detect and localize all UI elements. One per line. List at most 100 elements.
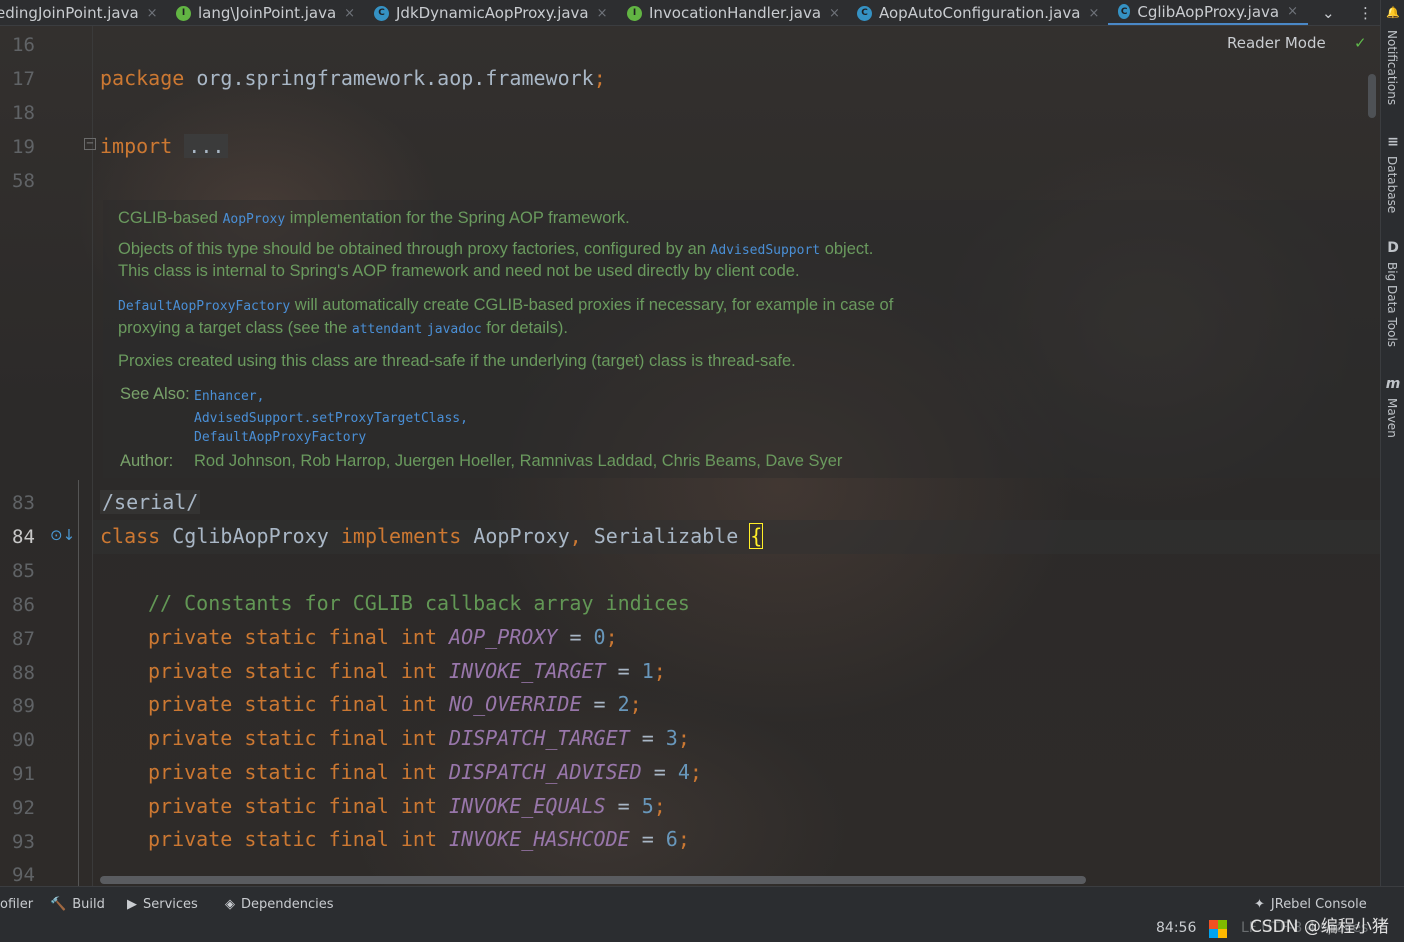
modifiers: private static final int: [148, 625, 437, 649]
line-number: 19: [12, 136, 35, 158]
caret-position[interactable]: 84:56: [1156, 920, 1196, 936]
code-line-constant[interactable]: private static final int AOP_PROXY = 0;: [148, 625, 618, 649]
package-name: org.springframework.aop.framework: [196, 66, 594, 90]
jrebel-console-tool[interactable]: ✦ JRebel Console: [1254, 897, 1367, 912]
check-icon[interactable]: ✓: [1354, 34, 1367, 52]
code-line-serial[interactable]: /serial/: [100, 490, 201, 514]
doc-link[interactable]: DefaultAopProxyFactory: [118, 299, 290, 314]
code-line-constant[interactable]: private static final int DISPATCH_TARGET…: [148, 726, 690, 750]
line-number: 93: [12, 831, 35, 853]
modifiers: private static final int: [148, 726, 437, 750]
line-number-gutter[interactable]: 16 17 18 19 58 83 84 85 86 87 88 89 90 9…: [0, 26, 96, 886]
close-icon[interactable]: ×: [1287, 4, 1298, 19]
keyword: implements: [340, 524, 462, 548]
code-line-constant[interactable]: private static final int NO_OVERRIDE = 2…: [148, 692, 642, 716]
code-line-constant[interactable]: private static final int INVOKE_TARGET =…: [148, 659, 666, 683]
database-tool[interactable]: Database: [1385, 156, 1399, 213]
build-tool[interactable]: 🔨 Build: [50, 897, 105, 912]
doc-link[interactable]: attendant: [352, 322, 422, 337]
equals: =: [617, 659, 630, 683]
doc-see-also-item[interactable]: DefaultAopProxyFactory: [194, 427, 366, 446]
constant-name: NO_OVERRIDE: [449, 692, 582, 716]
horizontal-scrollbar[interactable]: [100, 876, 1086, 884]
keyword: import: [100, 134, 173, 158]
tab-list-dropdown[interactable]: ⌄: [1322, 0, 1335, 25]
constant-name: AOP_PROXY: [449, 625, 558, 649]
close-icon[interactable]: ×: [829, 6, 840, 21]
constant-value: 3: [665, 726, 678, 750]
tool-label: Build: [72, 897, 105, 912]
dependencies-tool[interactable]: ◈ Dependencies: [225, 897, 334, 912]
close-icon[interactable]: ×: [147, 6, 158, 21]
folded-imports[interactable]: ...: [184, 134, 229, 158]
see-also-label: See Also:: [120, 385, 190, 403]
tab-label: CglibAopProxy.java: [1137, 2, 1280, 21]
code-line-import[interactable]: import ...: [100, 134, 229, 158]
doc-link[interactable]: javadoc: [427, 322, 482, 337]
maven-tool[interactable]: Maven: [1385, 398, 1399, 438]
more-icon[interactable]: ⋮: [1358, 4, 1373, 22]
code-line-package[interactable]: package org.springframework.aop.framewor…: [100, 66, 606, 90]
doc-text: Objects of this type should be obtained …: [118, 240, 711, 258]
code-line-constant[interactable]: private static final int INVOKE_EQUALS =…: [148, 794, 666, 818]
doc-see-also-item[interactable]: AdvisedSupport.setProxyTargetClass,: [194, 408, 468, 427]
doc-author-label: Author:: [120, 452, 173, 471]
doc-see-also-item[interactable]: Enhancer,: [194, 386, 264, 405]
tool-label: ofiler: [0, 897, 34, 912]
semicolon: ;: [689, 760, 702, 784]
constant-value: 0: [593, 625, 606, 649]
modifiers: private static final int: [148, 827, 437, 851]
tab-editing-joinpoint[interactable]: edingJoinPoint.java ×: [0, 0, 158, 25]
code-line-constant[interactable]: private static final int INVOKE_HASHCODE…: [148, 827, 690, 851]
code-comment[interactable]: // Constants for CGLIB callback array in…: [148, 591, 690, 615]
close-icon[interactable]: ×: [1088, 6, 1099, 21]
tab-lang-joinpoint[interactable]: I lang\JoinPoint.java ×: [176, 0, 355, 25]
line-number: 92: [12, 797, 35, 819]
doc-link[interactable]: DefaultAopProxyFactory: [194, 430, 366, 445]
tab-cglib-aop-proxy[interactable]: C CglibAopProxy.java ×: [1108, 0, 1308, 25]
doc-link[interactable]: AdvisedSupport: [711, 243, 821, 258]
tab-jdk-dynamic-aop-proxy[interactable]: C JdkDynamicAopProxy.java ×: [374, 0, 608, 25]
services-tool[interactable]: ▶ Services: [127, 897, 198, 912]
close-icon[interactable]: ×: [597, 6, 608, 21]
big-data-icon[interactable]: D: [1385, 240, 1401, 256]
interface-name: Serializable: [593, 524, 739, 548]
author-label: Author:: [120, 452, 174, 470]
code-line-class-decl[interactable]: class CglibAopProxy implements AopProxy,…: [100, 523, 764, 549]
fold-icon[interactable]: −: [84, 138, 96, 150]
bell-icon[interactable]: 🔔: [1385, 6, 1401, 19]
notifications-tool[interactable]: Notifications: [1385, 30, 1399, 105]
interface-icon: I: [627, 5, 642, 21]
chevron-down-icon[interactable]: ⌄: [1322, 4, 1335, 22]
doc-link[interactable]: Enhancer,: [194, 389, 264, 404]
line-number: 87: [12, 628, 35, 650]
modifiers: private static final int: [148, 692, 437, 716]
maven-icon[interactable]: m: [1385, 376, 1401, 392]
equals: =: [593, 692, 606, 716]
tab-label: JdkDynamicAopProxy.java: [396, 4, 589, 22]
big-data-tools[interactable]: Big Data Tools: [1385, 262, 1399, 347]
implementation-gutter-icon[interactable]: ⊙↓: [50, 526, 75, 544]
close-icon[interactable]: ×: [344, 6, 355, 21]
right-tool-strip: 🔔 Notifications ≡ Database D Big Data To…: [1380, 0, 1404, 886]
csdn-watermark: CSDN @编程小猪: [1250, 917, 1389, 937]
doc-link[interactable]: AopProxy: [223, 212, 286, 227]
doc-link[interactable]: AdvisedSupport.setProxyTargetClass,: [194, 411, 468, 426]
database-icon[interactable]: ≡: [1385, 134, 1401, 150]
layers-icon: ◈: [225, 897, 235, 912]
play-icon: ▶: [127, 897, 137, 912]
tab-more-menu[interactable]: ⋮: [1358, 0, 1373, 25]
equals: =: [617, 794, 630, 818]
profiler-tool[interactable]: ofiler: [0, 897, 33, 912]
constant-value: 4: [677, 760, 690, 784]
tool-label: Dependencies: [241, 897, 334, 912]
tab-aop-auto-configuration[interactable]: C AopAutoConfiguration.java ×: [857, 0, 1099, 25]
equals: =: [653, 760, 666, 784]
semicolon: ;: [629, 692, 642, 716]
doc-paragraph-1: CGLIB-based AopProxy implementation for …: [118, 209, 630, 228]
tab-invocation-handler[interactable]: I InvocationHandler.java ×: [627, 0, 840, 25]
vertical-scrollbar[interactable]: [1368, 74, 1376, 118]
reader-mode-toggle[interactable]: Reader Mode: [1227, 34, 1326, 52]
doc-authors: Rod Johnson, Rob Harrop, Juergen Hoeller…: [194, 452, 843, 470]
code-line-constant[interactable]: private static final int DISPATCH_ADVISE…: [148, 760, 702, 784]
